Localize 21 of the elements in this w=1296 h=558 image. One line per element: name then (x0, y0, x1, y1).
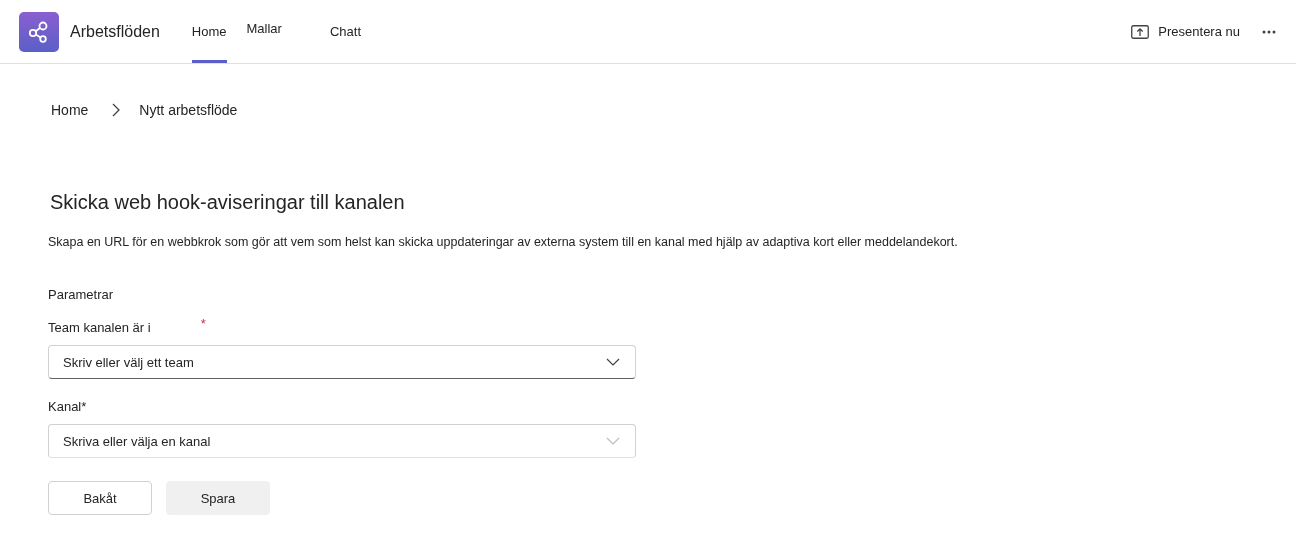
chevron-right-icon (112, 103, 121, 117)
share-screen-icon (1131, 24, 1150, 39)
nav-tab[interactable]: Mallar (246, 0, 282, 63)
chevron-down-icon (606, 358, 620, 366)
more-icon (1262, 29, 1276, 34)
app-title: Arbetsflöden (70, 22, 160, 41)
form-button[interactable]: Bakåt (48, 481, 152, 515)
dropdown-field[interactable]: Skriv eller välj ett team (48, 345, 636, 379)
breadcrumb-item: Nytt arbetsflöde (139, 102, 238, 118)
chevron-down-icon (606, 437, 620, 445)
present-button[interactable]: Presentera nu (1127, 20, 1244, 43)
field-label: Kanal* (48, 399, 87, 414)
field-label: Team kanalen är i (48, 320, 151, 335)
required-mark: * (200, 316, 206, 331)
nav-tab[interactable]: Chatt (329, 0, 361, 63)
page-heading: Skicka web hook-aviseringar till kanalen (50, 190, 406, 215)
nav-tab[interactable]: Home (191, 0, 227, 63)
app-logo-icon (19, 11, 59, 52)
section-label: Parametrar (48, 287, 115, 302)
breadcrumb-item[interactable]: Home (51, 102, 89, 118)
description-text: Skapa en URL för en webbkrok som gör att vem som helst kan skicka uppdateringar av externa system till en kanal med hjälp av adaptiva kort eller meddelandekort. (48, 235, 959, 249)
